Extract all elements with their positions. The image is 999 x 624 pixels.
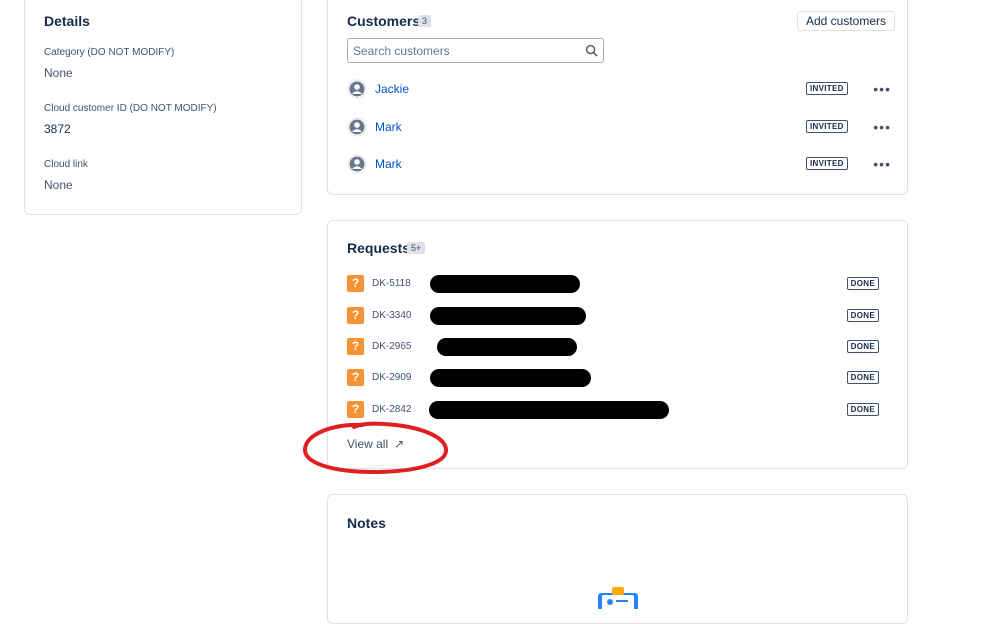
request-key-link[interactable]: DK-2965 — [372, 341, 411, 352]
more-options-icon[interactable]: ••• — [873, 156, 891, 172]
done-status-badge: DONE — [846, 371, 879, 384]
cloud-link-label: Cloud link — [44, 159, 88, 170]
question-icon: ? — [347, 401, 364, 418]
redacted-summary — [429, 401, 669, 419]
details-title: Details — [44, 13, 90, 29]
redacted-summary — [437, 338, 577, 356]
details-card: Details Category (DO NOT MODIFY) None Cl… — [24, 0, 302, 215]
request-row[interactable]: ? DK-5118 DONE — [347, 275, 897, 293]
clipboard-illustration-icon — [598, 587, 638, 609]
question-icon: ? — [347, 369, 364, 386]
redacted-summary — [430, 307, 586, 325]
category-label: Category (DO NOT MODIFY) — [44, 47, 175, 58]
request-key-link[interactable]: DK-3340 — [372, 310, 411, 321]
done-status-badge: DONE — [846, 309, 879, 322]
cloud-customer-id-value[interactable]: 3872 — [44, 122, 71, 136]
question-icon: ? — [347, 275, 364, 292]
request-row[interactable]: ? DK-2842 DONE — [347, 401, 897, 419]
customer-name-link[interactable]: Mark — [375, 157, 402, 171]
requests-card: Requests 5+ ? DK-5118 DONE ? DK-3340 DON… — [327, 220, 908, 469]
requests-count-badge: 5+ — [407, 242, 426, 254]
customer-name-link[interactable]: Mark — [375, 120, 402, 134]
redacted-summary — [430, 369, 591, 387]
search-placeholder: Search customers — [353, 44, 450, 58]
done-status-badge: DONE — [846, 403, 879, 416]
invited-status-badge: INVITED — [806, 157, 848, 170]
external-arrow-icon: ↗ — [394, 437, 405, 451]
done-status-badge: DONE — [846, 340, 879, 353]
notes-card: Notes — [327, 494, 908, 624]
search-customers-input[interactable]: Search customers — [347, 38, 604, 63]
more-options-icon[interactable]: ••• — [873, 81, 891, 97]
notes-title: Notes — [347, 515, 386, 531]
customer-row: Mark INVITED ••• — [347, 117, 897, 141]
cloud-link-value[interactable]: None — [44, 178, 73, 192]
customer-row: Mark INVITED ••• — [347, 154, 897, 178]
request-key-link[interactable]: DK-2909 — [372, 372, 411, 383]
request-row[interactable]: ? DK-3340 DONE — [347, 307, 897, 325]
customer-row: Jackie INVITED ••• — [347, 79, 897, 103]
avatar-icon — [347, 117, 367, 137]
add-customers-button[interactable]: Add customers — [796, 11, 895, 31]
question-icon: ? — [347, 307, 364, 324]
avatar-icon — [347, 79, 367, 99]
request-key-link[interactable]: DK-2842 — [372, 404, 411, 415]
category-value[interactable]: None — [44, 66, 73, 80]
avatar-icon — [347, 154, 367, 174]
more-options-icon[interactable]: ••• — [873, 119, 891, 135]
redacted-summary — [430, 275, 580, 293]
question-icon: ? — [347, 338, 364, 355]
requests-title: Requests — [347, 240, 411, 256]
done-status-badge: DONE — [846, 277, 879, 290]
view-all-label: View all — [347, 437, 389, 451]
customers-title: Customers — [347, 13, 421, 29]
request-row[interactable]: ? DK-2909 DONE — [347, 369, 897, 387]
customer-name-link[interactable]: Jackie — [375, 82, 409, 96]
invited-status-badge: INVITED — [806, 120, 848, 133]
request-key-link[interactable]: DK-5118 — [372, 278, 411, 289]
cloud-customer-id-label: Cloud customer ID (DO NOT MODIFY) — [44, 103, 217, 114]
customers-card: Customers 3 Add customers Search custome… — [327, 0, 908, 195]
search-icon — [585, 44, 598, 57]
view-all-link[interactable]: View all ↗ — [347, 437, 404, 451]
invited-status-badge: INVITED — [806, 82, 848, 95]
request-row[interactable]: ? DK-2965 DONE — [347, 338, 897, 356]
customers-count-badge: 3 — [418, 15, 432, 27]
